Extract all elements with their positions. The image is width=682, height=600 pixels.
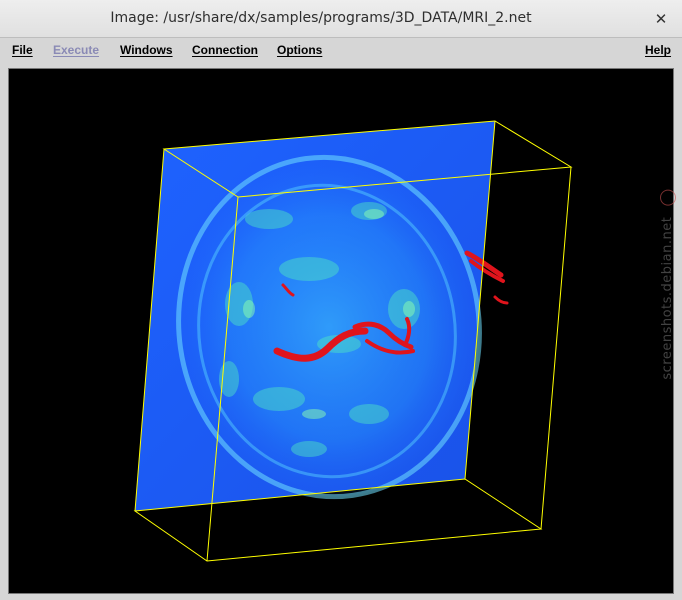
menu-options[interactable]: Options [277, 43, 322, 57]
menu-file[interactable]: File [12, 43, 33, 57]
window-title: Image: /usr/share/dx/samples/programs/3D… [110, 10, 532, 26]
watermark: screenshots.debian.net [660, 190, 676, 380]
image-canvas[interactable] [8, 68, 674, 594]
menu-execute[interactable]: Execute [53, 43, 99, 57]
menu-connection[interactable]: Connection [192, 43, 258, 57]
menu-help[interactable]: Help [645, 43, 671, 57]
menu-bar: File Execute Windows Connection Options … [0, 38, 682, 64]
mri-render [133, 120, 573, 562]
title-bar: Image: /usr/share/dx/samples/programs/3D… [0, 0, 682, 38]
watermark-text: screenshots.debian.net [660, 216, 675, 380]
copyright-icon [660, 190, 676, 206]
menu-windows[interactable]: Windows [120, 43, 173, 57]
close-icon[interactable]: ✕ [650, 8, 672, 30]
